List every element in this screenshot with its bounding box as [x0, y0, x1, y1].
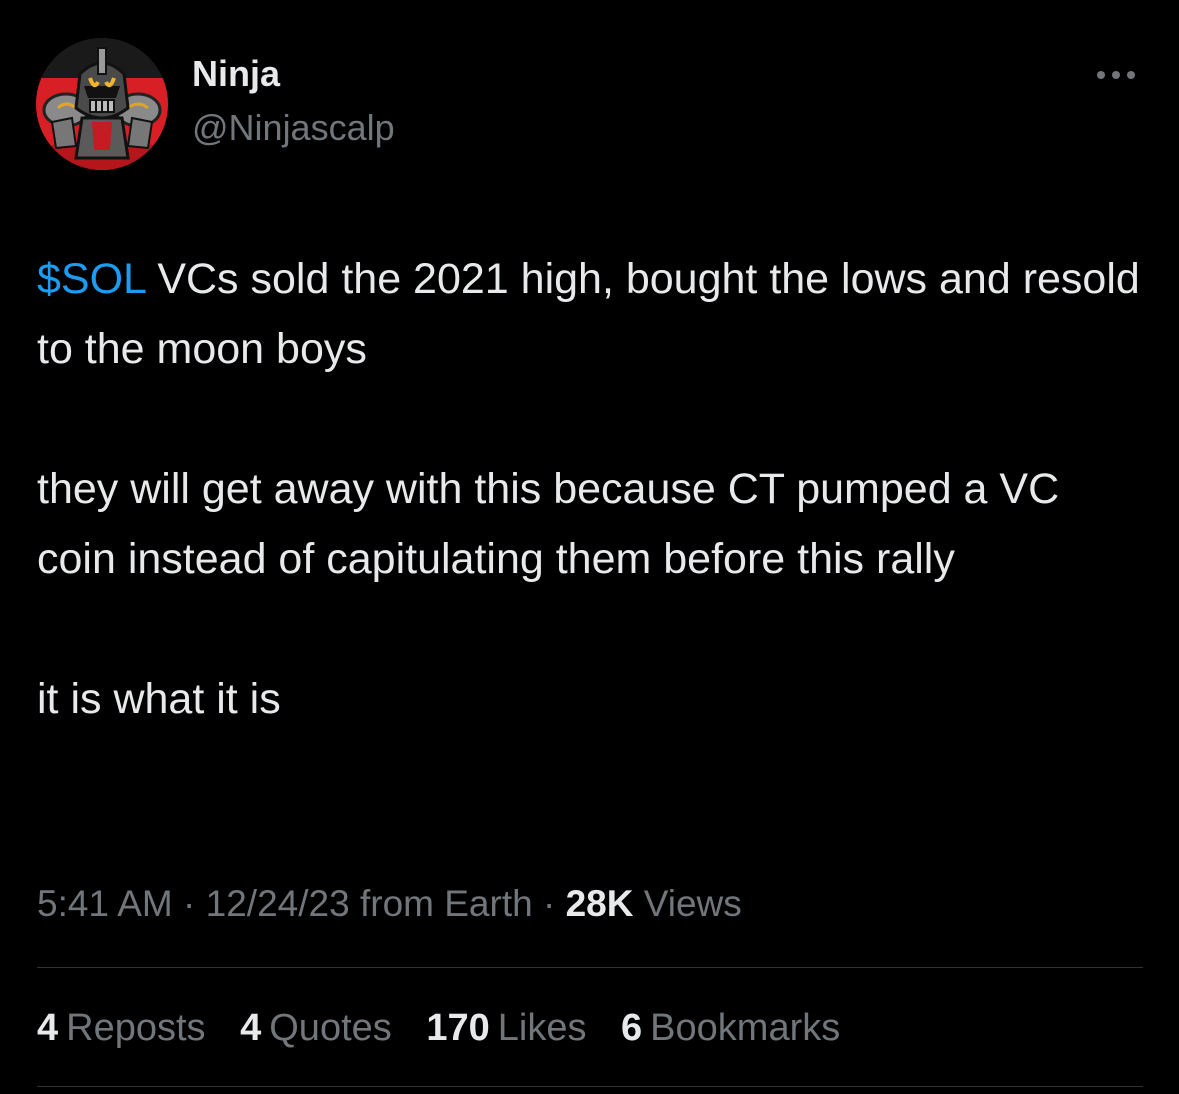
- more-options-button[interactable]: [1094, 60, 1138, 90]
- quotes-count: 4: [240, 1007, 262, 1049]
- bookmarks-count: 6: [621, 1007, 643, 1049]
- divider-bottom: [37, 1086, 1143, 1087]
- tweet-time[interactable]: 5:41 AM: [37, 883, 173, 924]
- meta-separator: ·: [172, 883, 206, 924]
- tweet-paragraph-1-text: VCs sold the 2021 high, bought the lows …: [37, 255, 1140, 373]
- more-dots-icon: [1097, 71, 1135, 79]
- cashtag-link[interactable]: $SOL: [37, 255, 145, 303]
- stat-reposts[interactable]: 4 Reposts: [37, 1004, 206, 1052]
- tweet-body: $SOL VCs sold the 2021 high, bought the …: [37, 244, 1147, 734]
- tweet-paragraph-3: it is what it is: [37, 675, 281, 723]
- author-avatar[interactable]: [36, 38, 168, 170]
- bookmarks-label: Bookmarks: [650, 1007, 841, 1049]
- tweet-source: from Earth: [349, 883, 533, 924]
- stat-bookmarks[interactable]: 6 Bookmarks: [621, 1004, 840, 1052]
- views-label: Views: [633, 883, 742, 924]
- meta-separator-2: ·: [532, 883, 566, 924]
- author-name[interactable]: Ninja: [192, 52, 280, 96]
- ninja-knight-avatar-icon: [36, 38, 168, 170]
- tweet: Ninja @Ninjascalp $SOL VCs sold the 2021…: [0, 0, 1179, 1094]
- tweet-paragraph-2: they will get away with this because CT …: [37, 465, 1060, 583]
- likes-label: Likes: [497, 1007, 587, 1049]
- stat-likes[interactable]: 170 Likes: [426, 1004, 586, 1052]
- engagement-stats: 4 Reposts 4 Quotes 170 Likes 6 Bookmarks: [37, 1004, 864, 1052]
- stat-quotes[interactable]: 4 Quotes: [240, 1004, 392, 1052]
- reposts-count: 4: [37, 1007, 59, 1049]
- tweet-paragraph-1: $SOL VCs sold the 2021 high, bought the …: [37, 244, 1147, 384]
- views-count: 28K: [565, 883, 634, 924]
- author-handle[interactable]: @Ninjascalp: [192, 106, 395, 150]
- tweet-meta: 5:41 AM · 12/24/23 from Earth · 28K View…: [37, 880, 742, 928]
- divider-top: [37, 967, 1143, 968]
- quotes-label: Quotes: [269, 1007, 392, 1049]
- tweet-date[interactable]: 12/24/23: [206, 883, 350, 924]
- likes-count: 170: [426, 1007, 490, 1049]
- reposts-label: Reposts: [66, 1007, 206, 1049]
